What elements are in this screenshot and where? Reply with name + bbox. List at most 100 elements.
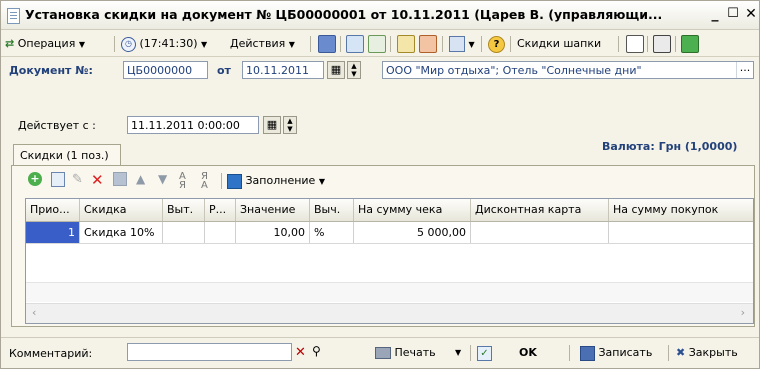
- create-based-icon: [449, 36, 465, 52]
- column-header-check-sum[interactable]: На сумму чека: [354, 199, 471, 221]
- operation-menu[interactable]: ⇄ Операция ▼: [5, 35, 85, 53]
- organization-field[interactable]: ООО "Мир отдыха"; Отель "Солнечные дни": [382, 61, 754, 79]
- table-header: Прио... Скидка Выт. Р... Значение Выч. Н…: [26, 199, 753, 222]
- valid-from-field[interactable]: 11.11.2011 0:00:00: [127, 116, 259, 134]
- column-header-priority[interactable]: Прио...: [26, 199, 80, 221]
- close-window-button[interactable]: ✕: [743, 6, 759, 22]
- end-edit-icon[interactable]: [113, 172, 129, 190]
- horizontal-scrollbar[interactable]: ‹ ›: [26, 303, 753, 323]
- sort-descending-icon[interactable]: ЯA: [201, 172, 215, 191]
- cell-purchase-sum[interactable]: [609, 222, 753, 243]
- movements-icon[interactable]: [419, 35, 437, 53]
- toolbar-separator: [675, 36, 676, 52]
- search-icon[interactable]: ⚲: [312, 344, 321, 358]
- cell-discount-card[interactable]: [471, 222, 609, 243]
- column-header-vyt[interactable]: Выт.: [163, 199, 205, 221]
- add-icon[interactable]: +: [28, 172, 44, 190]
- date-spinner[interactable]: ▲ ▼: [347, 61, 361, 79]
- save-button[interactable]: Записать: [580, 344, 652, 362]
- post-check-icon[interactable]: ✓: [477, 344, 492, 362]
- chevron-down-icon[interactable]: ▼: [455, 348, 461, 357]
- toolbar-separator: [310, 36, 311, 52]
- refresh-icon[interactable]: [368, 35, 386, 53]
- toolbar-separator: [221, 173, 222, 189]
- column-header-value[interactable]: Значение: [236, 199, 310, 221]
- footer-bar: Комментарий: ✕ ⚲ Печать ▼ ✓ OK Записать …: [1, 337, 759, 369]
- input-based-menu[interactable]: ▼: [449, 35, 475, 53]
- column-header-purchase-sum[interactable]: На сумму покупок: [609, 199, 753, 221]
- time-label: (17:41:30): [139, 37, 198, 50]
- print-label: Печать: [394, 346, 436, 359]
- hierarchy-icon[interactable]: [626, 35, 644, 53]
- report-icon[interactable]: [681, 35, 699, 53]
- close-icon: ✖: [676, 346, 686, 359]
- column-header-discount[interactable]: Скидка: [80, 199, 163, 221]
- title-bar: Установка скидки на документ № ЦБ0000000…: [1, 1, 759, 30]
- tab-discounts[interactable]: Скидки (1 поз.): [13, 144, 121, 165]
- fill-menu[interactable]: Заполнение ▼: [227, 172, 325, 190]
- header-discounts-button[interactable]: Скидки шапки: [517, 35, 601, 53]
- print-menu[interactable]: Печать: [375, 344, 436, 362]
- calendar-icon[interactable]: ▦: [327, 61, 345, 79]
- window-title: Установка скидки на документ № ЦБ0000000…: [25, 7, 663, 22]
- column-header-discount-card[interactable]: Дисконтная карта: [471, 199, 609, 221]
- toolbar-separator: [340, 36, 341, 52]
- cell-priority[interactable]: 1: [26, 222, 80, 243]
- toolbar-separator: [510, 36, 511, 52]
- fill-label: Заполнение: [245, 174, 316, 187]
- post-and-close-icon[interactable]: [318, 35, 336, 53]
- operation-icon: ⇄: [5, 37, 15, 50]
- document-number-field[interactable]: ЦБ0000000: [123, 61, 208, 79]
- copy-icon[interactable]: [51, 172, 67, 190]
- comment-field[interactable]: [127, 343, 292, 361]
- cell-r[interactable]: [205, 222, 236, 243]
- cell-calc[interactable]: %: [310, 222, 354, 243]
- help-button[interactable]: ?: [488, 35, 505, 53]
- printer-icon: [375, 347, 391, 359]
- chevron-down-icon: ▼: [78, 40, 85, 49]
- main-toolbar: ⇄ Операция ▼ ◷ (17:41:30) ▼ Действия ▼ ▼…: [1, 32, 759, 57]
- move-up-icon[interactable]: ▲: [136, 172, 150, 190]
- post-icon[interactable]: [346, 35, 364, 53]
- column-header-r[interactable]: Р...: [205, 199, 236, 221]
- minimize-button[interactable]: _: [707, 6, 723, 22]
- discount-document-window: Установка скидки на документ № ЦБ0000000…: [0, 0, 760, 369]
- chevron-right-icon[interactable]: ›: [741, 306, 745, 319]
- document-number-label: Документ №:: [9, 64, 93, 77]
- cell-check-sum[interactable]: 5 000,00: [354, 222, 471, 243]
- delete-icon[interactable]: ✕: [91, 172, 107, 190]
- chevron-left-icon[interactable]: ‹: [32, 306, 36, 319]
- footer-separator: [668, 345, 669, 361]
- toolbar-separator: [618, 36, 619, 52]
- cell-value[interactable]: 10,00: [236, 222, 310, 243]
- move-down-icon[interactable]: ▼: [158, 172, 172, 190]
- time-button[interactable]: ◷ (17:41:30) ▼: [121, 35, 207, 53]
- cell-vyt[interactable]: [163, 222, 205, 243]
- structure-icon[interactable]: [397, 35, 415, 53]
- fill-icon: [227, 173, 242, 189]
- save-icon: [580, 345, 595, 361]
- chevron-down-icon: ▼: [318, 177, 325, 186]
- column-header-calc[interactable]: Выч.: [310, 199, 354, 221]
- operation-label: Операция: [17, 37, 76, 50]
- help-icon: ?: [488, 36, 505, 53]
- toolbar-separator: [481, 36, 482, 52]
- document-date-field[interactable]: 10.11.2011: [242, 61, 324, 79]
- chevron-down-icon: ▼: [201, 40, 208, 49]
- chevron-down-icon: ▼: [288, 40, 295, 49]
- toolbar-separator: [390, 36, 391, 52]
- close-button[interactable]: ✖ Закрыть: [676, 344, 738, 362]
- organization-select-button[interactable]: ...: [736, 62, 753, 78]
- maximize-button[interactable]: ☐: [725, 6, 741, 21]
- edit-icon[interactable]: ✎: [72, 172, 88, 190]
- list-view-icon[interactable]: [653, 35, 671, 53]
- cell-discount[interactable]: Скидка 10%: [80, 222, 163, 243]
- clear-icon[interactable]: ✕: [295, 345, 306, 360]
- footer-separator: [569, 345, 570, 361]
- table-row[interactable]: 1 Скидка 10% 10,00 % 5 000,00: [26, 222, 753, 244]
- ok-button[interactable]: OK: [519, 344, 537, 362]
- calendar-icon[interactable]: ▦: [263, 116, 281, 134]
- sort-ascending-icon[interactable]: AЯ: [179, 172, 193, 191]
- valid-from-spinner[interactable]: ▲ ▼: [283, 116, 297, 134]
- actions-menu[interactable]: Действия ▼: [230, 35, 295, 53]
